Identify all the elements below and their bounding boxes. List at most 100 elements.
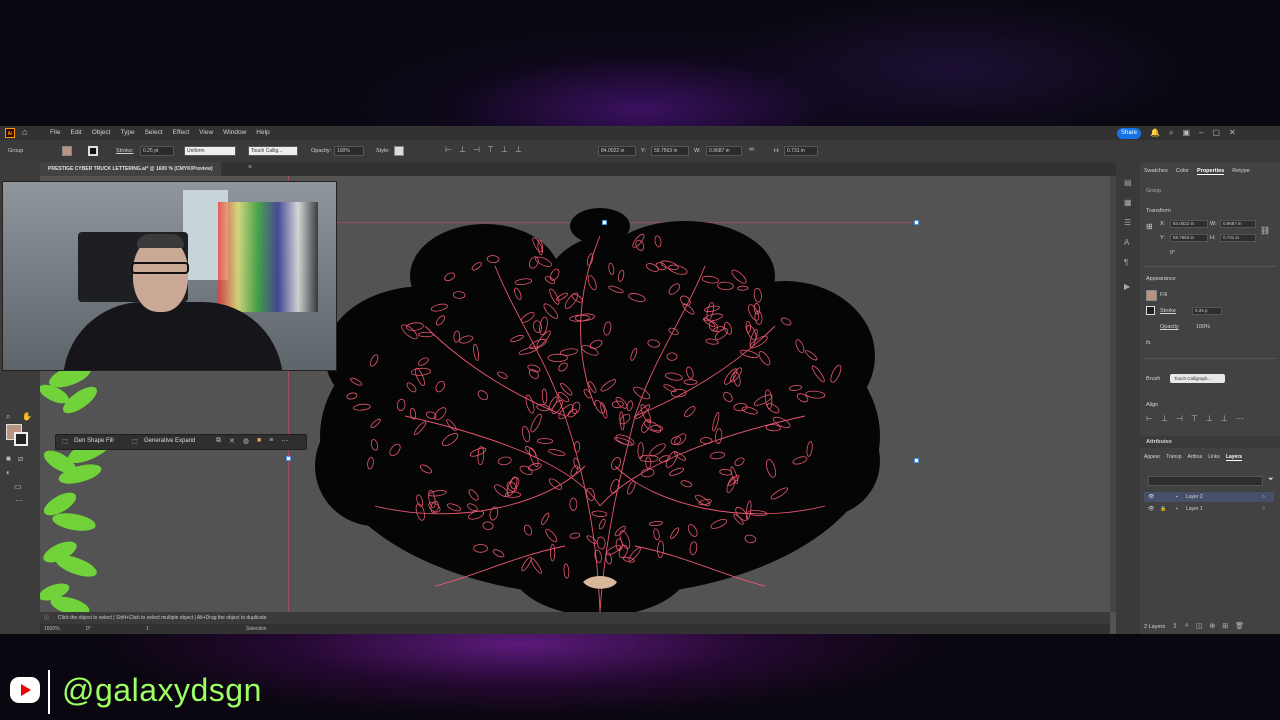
hand-tool-icon[interactable]: ✋ bbox=[22, 412, 32, 421]
menu-select[interactable]: Select bbox=[145, 129, 163, 136]
align-right-icon[interactable]: ⊣ bbox=[473, 145, 480, 154]
play-icon[interactable]: ▶ bbox=[1124, 282, 1130, 291]
libraries-icon[interactable]: ▤ bbox=[1124, 178, 1132, 187]
layer-name[interactable]: Layer 2 bbox=[1186, 492, 1203, 502]
generative-expand-button[interactable]: Generative Expand bbox=[144, 438, 195, 444]
opacity-label[interactable]: Opacity: bbox=[311, 148, 331, 154]
tab-layers[interactable]: Layers bbox=[1225, 454, 1243, 461]
tab-swatches[interactable]: Swatches bbox=[1144, 168, 1168, 175]
reference-point-icon[interactable]: ⊞ bbox=[1146, 222, 1153, 231]
y-field[interactable]: 59.7563 in bbox=[1170, 234, 1208, 242]
stroke-indicator[interactable] bbox=[14, 432, 28, 446]
menu-effect[interactable]: Effect bbox=[173, 129, 190, 136]
brush-definition[interactable]: Touch Callig... bbox=[248, 146, 298, 156]
color-swatch-icon[interactable]: ■ bbox=[257, 437, 261, 445]
menu-view[interactable]: View bbox=[199, 129, 213, 136]
align-top-icon[interactable]: ⊤ bbox=[1191, 414, 1198, 423]
artboard-number[interactable]: 1 bbox=[146, 624, 149, 634]
h-field[interactable]: 0.731 in bbox=[784, 146, 818, 156]
layers-search-input[interactable] bbox=[1148, 476, 1263, 486]
paragraph-icon[interactable]: ¶ bbox=[1124, 258, 1128, 267]
bell-icon[interactable]: 🔔 bbox=[1150, 128, 1160, 138]
share-button[interactable]: Share bbox=[1117, 128, 1141, 139]
brush-dropdown[interactable]: Touch Calligraph... bbox=[1170, 374, 1225, 383]
draw-mode-icon[interactable]: ◐ bbox=[6, 468, 11, 477]
h-field[interactable]: 0.731 in bbox=[1220, 234, 1256, 242]
fill-color-swatch[interactable] bbox=[62, 146, 72, 156]
maximize-icon[interactable]: ▢ bbox=[1212, 128, 1220, 138]
rotation-value[interactable]: 0° bbox=[86, 624, 91, 634]
tab-properties[interactable]: Properties bbox=[1197, 168, 1225, 175]
hamburger-icon[interactable]: ≡ bbox=[269, 437, 273, 445]
visibility-icon[interactable]: 👁 bbox=[1148, 504, 1154, 514]
tab-retype[interactable]: Retype bbox=[1232, 168, 1249, 175]
menu-object[interactable]: Object bbox=[92, 129, 111, 136]
bounding-handle-right[interactable] bbox=[914, 458, 919, 463]
align-right-icon[interactable]: ⊣ bbox=[1176, 414, 1183, 423]
delete-icon[interactable]: 🗑 bbox=[1235, 622, 1244, 630]
tab-color[interactable]: Color bbox=[1176, 168, 1189, 175]
target-icon[interactable]: ○ bbox=[1262, 492, 1265, 502]
gen-shape-fill-icon[interactable]: ⬚ bbox=[62, 438, 68, 445]
clipping-mask-icon[interactable]: ◫ bbox=[1196, 622, 1203, 630]
align-left-icon[interactable]: ⊢ bbox=[445, 145, 452, 154]
more-tools-icon[interactable]: ⋯ bbox=[15, 496, 23, 505]
more-icon[interactable]: ⋯ bbox=[281, 437, 288, 445]
stroke-label[interactable]: Stroke: bbox=[116, 148, 133, 154]
recolor-icon[interactable]: ⧉ bbox=[216, 437, 221, 445]
menu-file[interactable]: File bbox=[50, 129, 60, 136]
visibility-icon[interactable]: 👁 bbox=[1148, 492, 1154, 502]
tab-appearance[interactable]: Appear bbox=[1144, 454, 1160, 461]
zoom-tool-icon[interactable]: ⌕ bbox=[6, 412, 10, 422]
home-icon[interactable]: ⌂ bbox=[22, 127, 27, 137]
zoom-level[interactable]: 1600% bbox=[44, 624, 60, 634]
align-bottom-icon[interactable]: ⊥ bbox=[1221, 414, 1228, 423]
opacity-label[interactable]: Opacity bbox=[1160, 324, 1179, 330]
fx-button[interactable]: fx. bbox=[1146, 340, 1152, 346]
screen-mode-icon[interactable]: ▭ bbox=[14, 482, 22, 491]
close-tab-icon[interactable]: × bbox=[248, 164, 252, 171]
variable-width-profile[interactable]: Uniform bbox=[184, 146, 236, 156]
stroke-color-swatch[interactable] bbox=[88, 146, 98, 156]
align-left-icon[interactable]: ⊢ bbox=[1146, 414, 1153, 423]
tab-links[interactable]: Links bbox=[1208, 454, 1220, 461]
color-mode-icon[interactable]: ■ bbox=[6, 454, 11, 463]
menu-type[interactable]: Type bbox=[120, 129, 134, 136]
document-tab[interactable]: PRESTIGE CYBER TRUCK LETTERING.ai* @ 160… bbox=[40, 162, 221, 176]
layer-row-2[interactable]: 👁 ▪ Layer 2 ○ bbox=[1144, 492, 1274, 502]
new-layer-icon[interactable]: ⊞ bbox=[1222, 622, 1228, 630]
minimize-icon[interactable]: – bbox=[1199, 128, 1203, 138]
align-middle-icon[interactable]: ⊥ bbox=[501, 145, 508, 154]
distribute-icon[interactable]: ⋯ bbox=[1236, 414, 1244, 423]
properties-icon[interactable]: ☰ bbox=[1124, 218, 1131, 227]
align-middle-icon[interactable]: ⊥ bbox=[1206, 414, 1213, 423]
lock-icon[interactable]: 🔒 bbox=[1160, 504, 1166, 514]
bounding-handle-left[interactable] bbox=[286, 456, 291, 461]
opacity-icon[interactable]: ◍ bbox=[243, 437, 249, 445]
constrain-link-icon[interactable]: ⛓ bbox=[1260, 226, 1270, 235]
rotation-field[interactable]: 0° bbox=[1170, 250, 1175, 256]
link-icon[interactable]: ∞ bbox=[749, 146, 754, 153]
menu-edit[interactable]: Edit bbox=[70, 129, 81, 136]
stroke-swatch[interactable] bbox=[1146, 306, 1155, 315]
stroke-weight-field[interactable]: 0.25 pt bbox=[140, 146, 174, 156]
artboards-icon[interactable]: ▦ bbox=[1124, 198, 1132, 207]
fill-swatch[interactable] bbox=[1146, 290, 1157, 301]
align-bottom-icon[interactable]: ⊥ bbox=[515, 145, 522, 154]
tab-transparency[interactable]: Transp bbox=[1166, 454, 1181, 461]
new-sublayer-icon[interactable]: ⊕ bbox=[1209, 622, 1215, 630]
opacity-field[interactable]: 100% bbox=[334, 146, 364, 156]
align-top-icon[interactable]: ⊤ bbox=[487, 145, 494, 154]
align-center-icon[interactable]: ⊥ bbox=[459, 145, 466, 154]
layer-name[interactable]: Layer 1 bbox=[1186, 504, 1203, 514]
transform-icon[interactable]: ✕ bbox=[229, 437, 235, 445]
menu-help[interactable]: Help bbox=[256, 129, 269, 136]
w-field[interactable]: 0.9687 in bbox=[1220, 220, 1256, 228]
bounding-handle-top-right[interactable] bbox=[914, 220, 919, 225]
search-icon[interactable]: ⌕ bbox=[1169, 128, 1173, 138]
graphic-style-swatch[interactable] bbox=[394, 146, 404, 156]
bounding-handle-top[interactable] bbox=[602, 220, 607, 225]
layer-row-1[interactable]: 👁 🔒 ▪ Layer 1 ○ bbox=[1144, 504, 1274, 514]
w-field[interactable]: 0.9687 in bbox=[706, 146, 742, 156]
attributes-heading[interactable]: Attributes bbox=[1146, 439, 1172, 445]
